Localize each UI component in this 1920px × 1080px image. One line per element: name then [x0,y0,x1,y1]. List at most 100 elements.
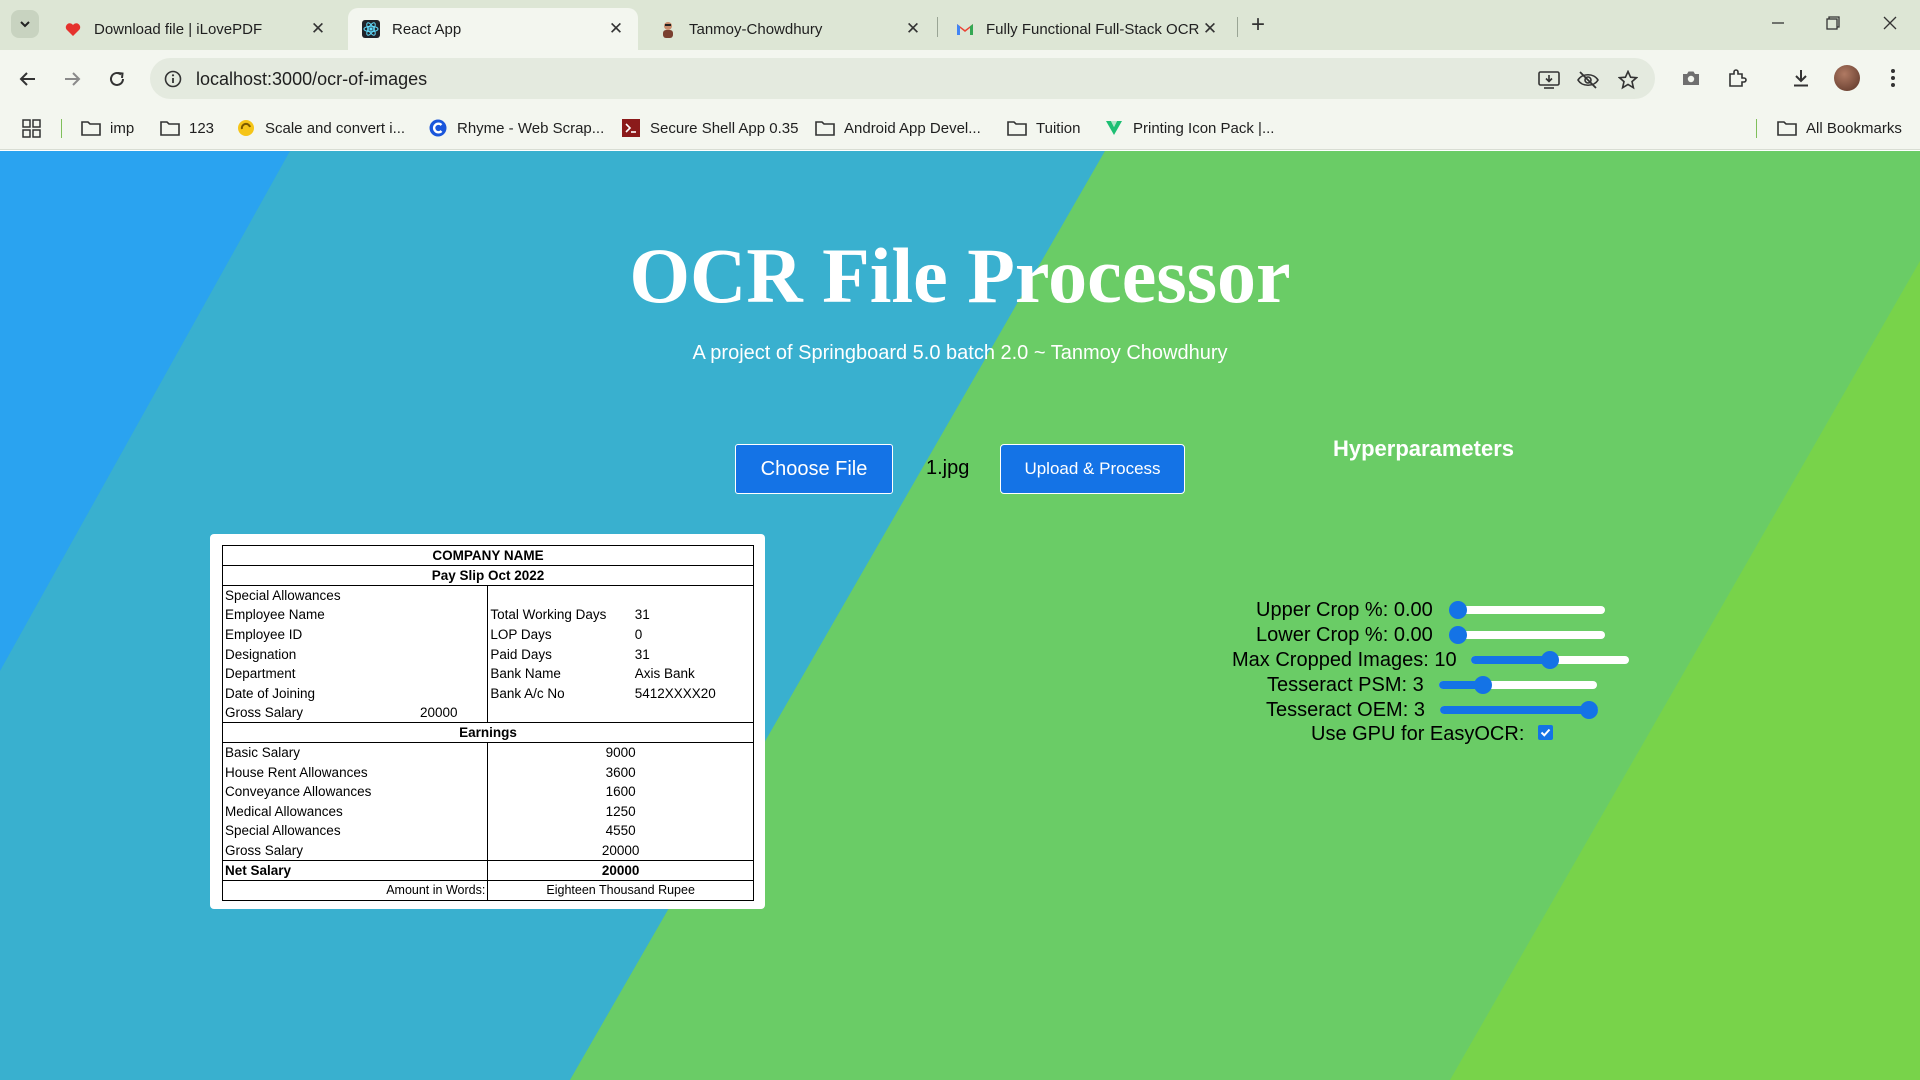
all-bookmarks[interactable]: All Bookmarks [1777,116,1902,140]
tesseract-oem-slider[interactable] [1440,701,1598,719]
table-row: Basic Salary 9000 [221,742,754,763]
profile-avatar[interactable] [1834,65,1860,91]
folder-icon [1777,119,1797,137]
upper-crop-label: Upper Crop %: 0.00 [1256,599,1433,621]
close-tab-icon[interactable]: ✕ [606,19,626,39]
restore-icon [1826,16,1840,30]
upper-crop-slider[interactable] [1449,601,1605,619]
earnings-header: Earnings [222,722,754,744]
minimize-button[interactable] [1763,8,1793,38]
arrow-left-icon [19,72,35,86]
lower-crop-slider[interactable] [1449,626,1605,644]
table-row: Gross Salary 20000 [221,840,754,861]
lower-crop-label: Lower Crop %: 0.00 [1256,624,1433,646]
bookmark-star-icon[interactable] [1616,68,1640,92]
table-row: Special Allowances 4550 [221,821,754,841]
tesseract-psm-label: Tesseract PSM: 3 [1267,674,1424,696]
ilovepdf-heart-icon [64,20,82,38]
extensions-puzzle-icon[interactable] [1723,64,1751,92]
net-salary-label: Net Salary [221,859,489,881]
download-icon[interactable] [1787,64,1815,92]
table-row: Earnings [222,722,754,744]
tab-react-app[interactable]: React App ✕ [348,8,638,50]
bookmark-rhyme[interactable]: Rhyme - Web Scrap... [428,116,604,140]
bookmark-label: Tuition [1036,119,1081,137]
close-tab-icon[interactable]: ✕ [1200,19,1220,39]
slider-thumb[interactable] [1580,701,1598,719]
tab-search-button[interactable] [11,10,39,38]
table-row: Date of Joining Bank A/c No 5412XXXX20 [222,683,754,704]
site-info-icon[interactable] [162,68,184,90]
tab-gmail-ocr[interactable]: Fully Functional Full-Stack OCR ✕ [942,8,1232,50]
folder-icon [160,119,180,137]
bookmark-label: Rhyme - Web Scrap... [457,119,605,137]
restore-button[interactable] [1818,8,1848,38]
tab-title: Fully Functional Full-Stack OCR [986,20,1200,38]
more-menu-icon[interactable] [1879,64,1907,92]
table-row: Employee ID LOP Days 0 [222,624,754,645]
back-button[interactable] [13,64,43,94]
tesseract-psm-slider[interactable] [1439,676,1597,694]
address-bar[interactable]: localhost:3000/ocr-of-images [150,58,1655,99]
page-content: OCR File Processor A project of Springbo… [0,151,1920,1080]
arrow-right-icon [65,72,81,86]
slider-thumb[interactable] [1541,651,1559,669]
install-app-icon[interactable] [1537,68,1561,92]
react-icon [362,20,380,38]
company-name: COMPANY NAME [222,545,754,566]
forward-button[interactable] [57,64,87,94]
table-row: Special Allowances [221,585,754,606]
max-cropped-images-label: Max Cropped Images: 10 [1232,649,1457,671]
apps-grid-button[interactable] [22,116,41,140]
bookmark-imp[interactable]: imp [81,116,134,140]
net-salary-value: 20000 [487,859,754,881]
bookmark-label: Printing Icon Pack |... [1133,119,1275,137]
vuetify-icon [1104,119,1124,137]
bookmark-label: Secure Shell App 0.35 [650,119,799,137]
bookmark-android[interactable]: Android App Devel... [815,116,981,140]
bookmark-123[interactable]: 123 [160,116,214,140]
table-row: Pay Slip Oct 2022 [222,565,754,586]
minimize-icon [1772,22,1784,24]
table-row: COMPANY NAME [222,545,754,566]
checkmark-icon [1540,728,1551,737]
tab-separator [937,17,938,37]
close-tab-icon[interactable]: ✕ [308,19,328,39]
bookmark-separator [61,119,62,138]
scale-convert-icon [236,119,256,137]
screenshot-camera-icon[interactable] [1677,64,1705,92]
slider-thumb[interactable] [1449,601,1467,619]
bookmark-secure-shell[interactable]: Secure Shell App 0.35 [621,116,798,140]
slider-thumb[interactable] [1449,626,1467,644]
bookmark-tuition[interactable]: Tuition [1007,116,1080,140]
table-row: House Rent Allowances 3600 [221,762,754,782]
slider-thumb[interactable] [1474,676,1492,694]
slider-fill [1471,656,1550,664]
bookmark-label: All Bookmarks [1806,119,1902,137]
use-gpu-checkbox[interactable] [1538,725,1553,740]
url-text[interactable]: localhost:3000/ocr-of-images [196,69,427,90]
reload-button[interactable] [102,64,132,94]
close-tab-icon[interactable]: ✕ [903,19,923,39]
table-row: Conveyance Allowances 1600 [221,781,754,802]
page-subtitle: A project of Springboard 5.0 batch 2.0 ~… [692,342,1228,364]
page-title: OCR File Processor [629,232,1291,319]
tab-tanmoy-chowdhury[interactable]: Tanmoy-Chowdhury ✕ [645,8,935,50]
apps-grid-icon [22,118,41,138]
table-row: Gross Salary 20000 [222,703,754,723]
ssh-icon [621,119,641,137]
browser-toolbar: localhost:3000/ocr-of-images [0,50,1920,106]
new-tab-button[interactable]: + [1245,11,1271,38]
max-cropped-images-slider[interactable] [1471,651,1629,669]
upload-process-button[interactable]: Upload & Process [1000,444,1185,494]
tab-separator [1237,17,1238,37]
table-row: Designation Paid Days 31 [222,644,754,664]
close-window-button[interactable] [1875,8,1905,38]
bookmark-scale-convert[interactable]: Scale and convert i... [236,116,405,140]
choose-file-button[interactable]: Choose File [735,444,893,494]
eye-off-icon[interactable] [1576,68,1600,92]
bookmark-printing-icon-pack[interactable]: Printing Icon Pack |... [1104,116,1274,140]
folder-icon [1007,119,1027,137]
tab-ilovepdf[interactable]: Download file | iLovePDF ✕ [50,8,340,50]
tab-strip: Download file | iLovePDF ✕ React App ✕ T… [0,0,1920,50]
